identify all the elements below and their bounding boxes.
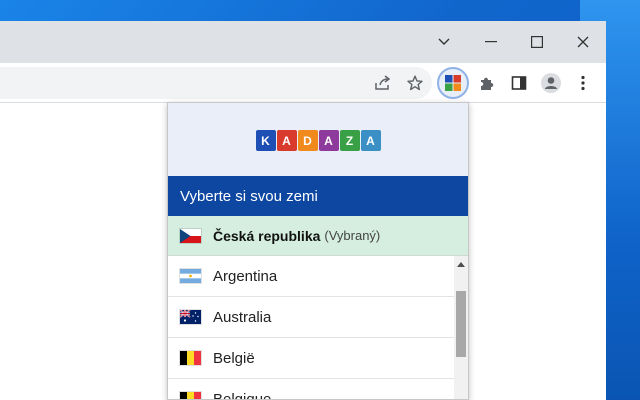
logo-letter-tile: A <box>276 130 297 151</box>
list-item[interactable]: Australia <box>168 297 454 338</box>
close-icon <box>577 36 589 48</box>
address-bar[interactable] <box>0 67 432 99</box>
browser-menu-button[interactable] <box>569 69 597 97</box>
menu-icon <box>581 75 585 91</box>
side-panel-icon <box>511 76 527 90</box>
side-panel-button[interactable] <box>505 69 533 97</box>
tab-search-button[interactable] <box>421 27 467 57</box>
chevron-down-icon <box>438 38 450 45</box>
scroll-up-arrow-icon <box>457 261 465 267</box>
star-icon <box>407 75 423 91</box>
puzzle-icon <box>481 77 494 90</box>
profile-button[interactable] <box>537 69 565 97</box>
extensions-button[interactable] <box>473 69 501 97</box>
maximize-icon <box>531 36 543 48</box>
scroll-up-button[interactable] <box>454 256 468 272</box>
logo-letter-tile: A <box>360 130 381 151</box>
minimize-button[interactable] <box>468 27 514 57</box>
close-button[interactable] <box>560 27 606 57</box>
selected-country-name: Česká republika <box>213 227 321 244</box>
share-icon <box>375 75 391 90</box>
logo-letter-tile: A <box>318 130 339 151</box>
selected-country-suffix: (Vybraný) <box>324 228 381 243</box>
country-name: Australia <box>213 308 272 326</box>
list-item[interactable]: Belgique <box>168 379 454 400</box>
list-item[interactable]: België <box>168 338 454 379</box>
czech-flag-icon <box>180 228 201 243</box>
share-button[interactable] <box>369 69 397 97</box>
popup-title: Vyberte si svou zemi <box>180 187 318 205</box>
logo-letter-tile: K <box>255 130 276 151</box>
australia-flag-icon <box>180 310 201 324</box>
country-list: Argentina Australia België Belgique <box>168 256 454 400</box>
profile-icon <box>541 73 561 93</box>
minimize-icon <box>485 41 497 43</box>
list-item[interactable]: Argentina <box>168 256 454 297</box>
bookmark-button[interactable] <box>401 69 429 97</box>
belgium-flag-icon <box>180 392 201 399</box>
kadaza-extension-icon <box>445 75 461 91</box>
country-name: België <box>213 349 255 367</box>
logo-letter-tile: Z <box>339 130 360 151</box>
country-name: Belgique <box>213 390 272 400</box>
popup-title-bar: Vyberte si svou zemi <box>168 176 468 216</box>
kadaza-logo: KADAZA <box>255 130 381 151</box>
browser-toolbar <box>0 63 606 103</box>
title-bar <box>0 21 606 63</box>
logo-letter-tile: D <box>297 130 318 151</box>
country-name: Argentina <box>213 267 278 285</box>
popup-header: KADAZA <box>168 103 468 176</box>
country-selector-popup: KADAZA Vyberte si svou zemi Česká republ… <box>167 102 469 400</box>
selected-country-row[interactable]: Česká republika (Vybraný) <box>168 216 468 256</box>
country-list-scrollbar[interactable] <box>454 256 468 399</box>
argentina-flag-icon <box>180 269 201 283</box>
kadaza-extension-button[interactable] <box>437 67 469 99</box>
maximize-button[interactable] <box>514 27 560 57</box>
belgium-flag-icon <box>180 351 201 365</box>
scroll-thumb[interactable] <box>456 291 466 357</box>
